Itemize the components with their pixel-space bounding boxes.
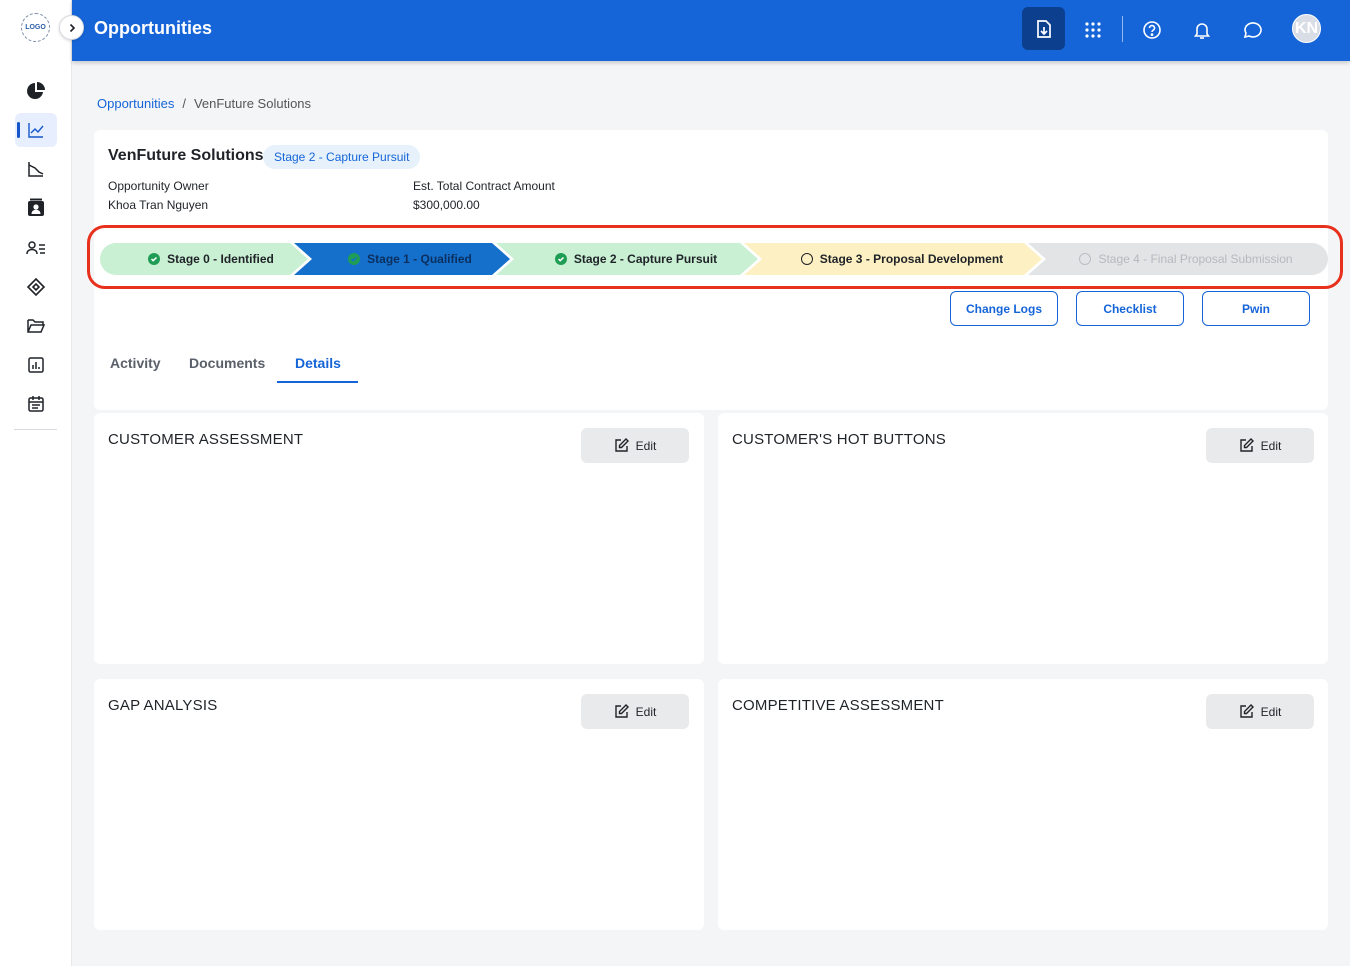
sidebar-item-calendar[interactable] (15, 387, 57, 421)
competitive-assessment-card: COMPETITIVE ASSESSMENT Edit (718, 679, 1328, 930)
apps-button[interactable] (1076, 13, 1110, 47)
edit-icon (1239, 438, 1254, 452)
export-button[interactable] (1022, 7, 1065, 50)
card-title: COMPETITIVE ASSESSMENT (732, 697, 944, 714)
pwin-button[interactable]: Pwin (1202, 291, 1310, 326)
hot-buttons-edit-button[interactable]: Edit (1206, 428, 1314, 463)
edit-label: Edit (1260, 704, 1282, 719)
export-icon (1036, 19, 1051, 38)
customer-assessment-edit-button[interactable]: Edit (581, 428, 689, 463)
user-list-icon (26, 241, 45, 255)
tab-documents[interactable]: Documents (189, 355, 265, 371)
user-avatar[interactable]: KN (1292, 14, 1321, 43)
edit-label: Edit (635, 704, 657, 719)
tag-icon (26, 277, 46, 297)
sidebar: LOGO (0, 0, 72, 966)
breadcrumb: Opportunities / VenFuture Solutions (97, 96, 311, 111)
change-logs-button[interactable]: Change Logs (950, 291, 1058, 326)
edit-icon (614, 704, 629, 718)
sidebar-toggle-button[interactable] (59, 15, 84, 40)
topbar-separator (1122, 16, 1123, 42)
report-icon (28, 357, 44, 373)
stage-2-step[interactable]: Stage 2 - Capture Pursuit (516, 243, 756, 275)
owner-value: Khoa Tran Nguyen (108, 198, 209, 212)
hot-buttons-card: CUSTOMER'S HOT BUTTONS Edit (718, 413, 1328, 664)
sidebar-item-documents[interactable] (15, 309, 57, 343)
stage-1-label: Stage 1 - Qualified (367, 252, 472, 266)
edit-label: Edit (1260, 438, 1282, 453)
customer-assessment-card: CUSTOMER ASSESSMENT Edit (94, 413, 704, 664)
owner-label: Opportunity Owner (108, 179, 209, 193)
breadcrumb-current: VenFuture Solutions (193, 96, 312, 111)
competitive-assessment-edit-button[interactable]: Edit (1206, 694, 1314, 729)
check-circle-icon (148, 253, 161, 265)
sidebar-item-reports[interactable] (15, 348, 57, 382)
sidebar-divider (14, 429, 57, 430)
stage-0-label: Stage 0 - Identified (167, 252, 274, 266)
card-title: GAP ANALYSIS (108, 697, 218, 714)
contact-card-icon (28, 198, 44, 216)
calendar-icon (28, 396, 44, 412)
apps-grid-icon (1085, 22, 1101, 38)
app-logo[interactable]: LOGO (21, 13, 50, 42)
edit-icon (614, 438, 629, 452)
sidebar-item-contacts[interactable] (15, 191, 57, 225)
edit-icon (1239, 704, 1254, 718)
stage-3-label: Stage 3 - Proposal Development (819, 252, 1004, 266)
empty-circle-icon (800, 253, 813, 265)
sidebar-item-opportunities[interactable] (15, 113, 57, 147)
card-title: CUSTOMER ASSESSMENT (108, 431, 304, 448)
opportunity-name: VenFuture Solutions (108, 147, 264, 164)
funnel-chart-icon (28, 162, 44, 177)
sidebar-item-deals[interactable] (15, 270, 57, 304)
active-tab-indicator (277, 381, 358, 383)
card-title: CUSTOMER'S HOT BUTTONS (732, 431, 946, 448)
stage-4-step[interactable]: Stage 4 - Final Proposal Submission (1048, 243, 1324, 275)
chat-button[interactable] (1236, 13, 1270, 47)
sidebar-item-dashboard[interactable] (15, 74, 57, 108)
stage-4-label: Stage 4 - Final Proposal Submission (1098, 252, 1293, 266)
checklist-button[interactable]: Checklist (1076, 291, 1184, 326)
empty-circle-icon (1079, 253, 1092, 265)
amount-value: $300,000.00 (413, 198, 480, 212)
breadcrumb-separator: / (182, 96, 186, 111)
sidebar-item-pipeline[interactable] (15, 152, 57, 186)
help-icon (1143, 21, 1161, 39)
page-title: Opportunities (94, 18, 212, 38)
stage-0-step[interactable]: Stage 0 - Identified (120, 243, 302, 275)
edit-label: Edit (635, 438, 657, 453)
stage-1-step[interactable]: Stage 1 - Qualified (314, 243, 506, 275)
sidebar-item-users[interactable] (15, 231, 57, 265)
gap-analysis-edit-button[interactable]: Edit (581, 694, 689, 729)
stage-3-step[interactable]: Stage 3 - Proposal Development (764, 243, 1040, 275)
tab-details[interactable]: Details (295, 355, 341, 371)
notifications-button[interactable] (1185, 13, 1219, 47)
bell-icon (1193, 23, 1211, 39)
top-bar: Opportunities KN (72, 0, 1350, 61)
trend-chart-icon (28, 123, 44, 138)
help-button[interactable] (1135, 13, 1169, 47)
amount-label: Est. Total Contract Amount (413, 179, 555, 193)
check-circle-icon (348, 253, 361, 265)
gap-analysis-card: GAP ANALYSIS Edit (94, 679, 704, 930)
chevron-right-icon (69, 23, 75, 32)
check-circle-icon (554, 253, 567, 265)
stage-stepper: Stage 0 - Identified Stage 1 - Qualified… (100, 243, 1328, 275)
chat-icon (1243, 22, 1262, 39)
stage-badge: Stage 2 - Capture Pursuit (263, 145, 421, 169)
breadcrumb-parent-link[interactable]: Opportunities (97, 96, 174, 111)
folder-open-icon (27, 319, 46, 333)
pie-chart-icon (27, 82, 45, 99)
tab-activity[interactable]: Activity (110, 355, 161, 371)
stage-2-label: Stage 2 - Capture Pursuit (573, 252, 718, 266)
